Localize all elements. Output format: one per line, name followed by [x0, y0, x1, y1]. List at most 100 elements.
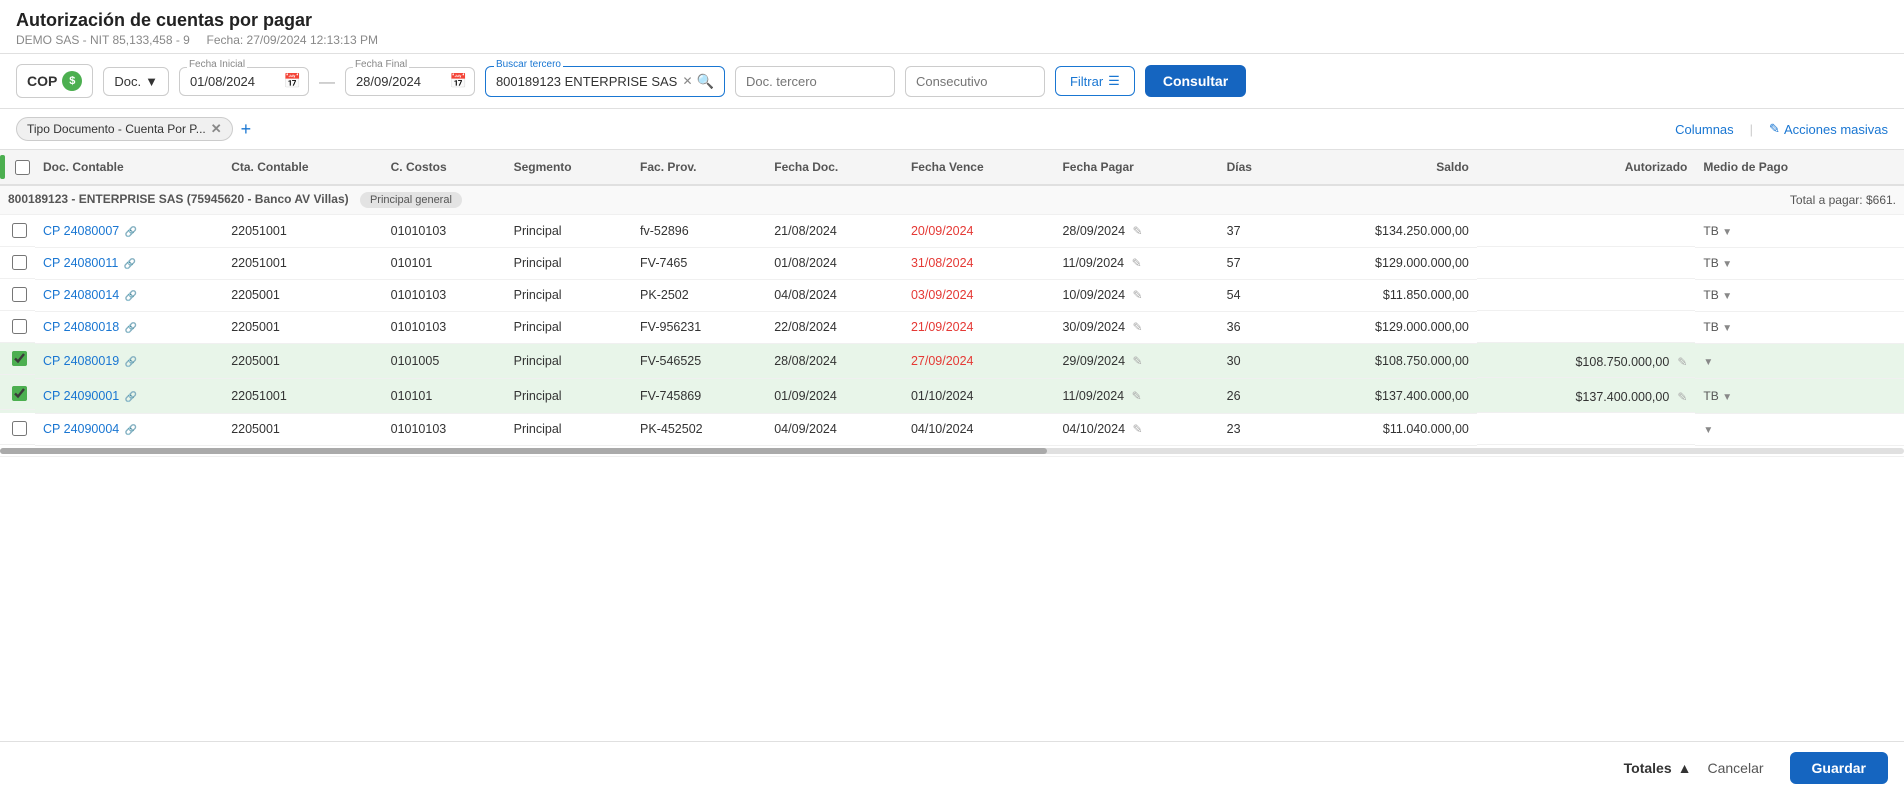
edit-fecha-pagar-icon-2[interactable]: ✎: [1133, 288, 1143, 302]
search-icon[interactable]: 🔍: [697, 73, 714, 90]
row-c-costos: 0101005: [383, 343, 506, 378]
edit-autorizado-icon-4[interactable]: ✎: [1677, 355, 1687, 369]
select-all-checkbox[interactable]: [15, 160, 30, 175]
filtrar-button[interactable]: Filtrar ☰: [1055, 66, 1135, 96]
doc-link-2[interactable]: CP 24080014: [43, 288, 119, 302]
row-checkbox-3[interactable]: [12, 319, 27, 334]
th-fecha-vence: Fecha Vence: [903, 150, 1055, 185]
row-fecha-pagar: 11/09/2024 ✎: [1054, 247, 1218, 279]
row-fecha-doc: 21/08/2024: [766, 215, 903, 248]
cancel-button[interactable]: Cancelar: [1692, 752, 1780, 784]
table-row: CP 24080019 🔗 2205001 0101005 Principal …: [0, 343, 1904, 378]
row-fecha-vence: 27/09/2024: [903, 343, 1055, 378]
remove-filter-tag-button[interactable]: ✕: [211, 121, 222, 137]
calendar-icon-inicial[interactable]: 📅: [284, 73, 301, 90]
edit-fecha-pagar-icon-6[interactable]: ✎: [1133, 422, 1143, 436]
filter-tag-1: Tipo Documento - Cuenta Por P... ✕: [16, 117, 233, 141]
toolbar: COP $ Doc. ▼ Fecha Inicial 📅 — Fecha Fin…: [0, 54, 1904, 109]
medio-pago-dropdown-2[interactable]: ▼: [1722, 291, 1732, 302]
page-title: Autorización de cuentas por pagar: [16, 10, 1888, 31]
th-green-bar: [0, 150, 35, 185]
row-c-costos: 01010103: [383, 413, 506, 445]
table-row: CP 24090001 🔗 22051001 010101 Principal …: [0, 378, 1904, 413]
external-link-icon-4[interactable]: 🔗: [125, 357, 137, 368]
row-fac-prov: FV-745869: [632, 378, 766, 413]
edit-fecha-pagar-icon-3[interactable]: ✎: [1133, 320, 1143, 334]
edit-fecha-pagar-icon-1[interactable]: ✎: [1132, 256, 1142, 270]
row-saldo: $134.250.000,00: [1289, 215, 1477, 248]
doc-link-4[interactable]: CP 24080019: [43, 354, 119, 368]
edit-autorizado-icon-5[interactable]: ✎: [1677, 390, 1687, 404]
medio-pago-dropdown-6[interactable]: ▼: [1703, 425, 1713, 436]
table-row: CP 24090004 🔗 2205001 01010103 Principal…: [0, 413, 1904, 445]
row-checkbox-cell[interactable]: [0, 311, 35, 343]
row-medio-pago: TB ▼: [1695, 311, 1904, 343]
row-cta-contable: 22051001: [223, 247, 382, 279]
edit-fecha-pagar-icon-4[interactable]: ✎: [1133, 354, 1143, 368]
row-fecha-pagar: 11/09/2024 ✎: [1054, 378, 1218, 413]
columnas-button[interactable]: Columnas: [1675, 122, 1734, 137]
consecutivo-input[interactable]: [905, 66, 1045, 97]
row-dias: 23: [1219, 413, 1290, 445]
edit-fecha-pagar-icon-5[interactable]: ✎: [1132, 389, 1142, 403]
external-link-icon-6[interactable]: 🔗: [125, 425, 137, 436]
row-checkbox-6[interactable]: [12, 421, 27, 436]
add-filter-button[interactable]: +: [241, 119, 252, 140]
external-link-icon-1[interactable]: 🔗: [124, 259, 136, 270]
row-checkbox-cell[interactable]: [0, 215, 35, 247]
acciones-masivas-button[interactable]: ✎ Acciones masivas: [1769, 121, 1888, 137]
consultar-button[interactable]: Consultar: [1145, 65, 1246, 97]
row-segmento: Principal: [506, 311, 632, 343]
table-row: CP 24080014 🔗 2205001 01010103 Principal…: [0, 279, 1904, 311]
clear-tercero-icon[interactable]: ✕: [682, 74, 692, 88]
guardar-button[interactable]: Guardar: [1790, 752, 1888, 784]
row-checkbox-cell[interactable]: [0, 378, 35, 410]
external-link-icon-3[interactable]: 🔗: [125, 323, 137, 334]
totales-button[interactable]: Totales ▲: [1624, 760, 1692, 776]
doc-link-0[interactable]: CP 24080007: [43, 224, 119, 238]
external-link-icon-5[interactable]: 🔗: [125, 392, 137, 403]
medio-pago-badge-1: TB: [1703, 256, 1718, 270]
doc-link-5[interactable]: CP 24090001: [43, 389, 119, 403]
medio-pago-dropdown-0[interactable]: ▼: [1722, 227, 1732, 238]
edit-fecha-pagar-icon-0[interactable]: ✎: [1133, 224, 1143, 238]
th-saldo: Saldo: [1289, 150, 1477, 185]
medio-pago-dropdown-3[interactable]: ▼: [1722, 323, 1732, 334]
row-checkbox-0[interactable]: [12, 223, 27, 238]
doc-tercero-input[interactable]: [735, 66, 895, 97]
row-medio-pago: TB ▼: [1695, 247, 1904, 279]
currency-selector[interactable]: COP $: [16, 64, 93, 98]
medio-pago-dropdown-5[interactable]: ▼: [1722, 392, 1732, 403]
table-header-row: Doc. Contable Cta. Contable C. Costos Se…: [0, 150, 1904, 185]
row-checkbox-cell[interactable]: [0, 413, 35, 445]
doc-link-3[interactable]: CP 24080018: [43, 320, 119, 334]
medio-pago-dropdown-4[interactable]: ▼: [1703, 357, 1713, 368]
doc-type-button[interactable]: Doc. ▼: [103, 67, 169, 96]
row-checkbox-4[interactable]: [12, 351, 27, 366]
doc-link-1[interactable]: CP 24080011: [43, 256, 118, 270]
row-fecha-pagar: 10/09/2024 ✎: [1054, 279, 1218, 311]
row-fecha-vence: 04/10/2024: [903, 413, 1055, 445]
row-checkbox-2[interactable]: [12, 287, 27, 302]
doc-link-6[interactable]: CP 24090004: [43, 422, 119, 436]
row-checkbox-cell[interactable]: [0, 247, 35, 279]
row-checkbox-cell[interactable]: [0, 279, 35, 311]
row-autorizado: [1477, 262, 1695, 279]
row-fecha-pagar: 30/09/2024 ✎: [1054, 311, 1218, 343]
row-checkbox-5[interactable]: [12, 386, 27, 401]
row-medio-pago: ▼: [1695, 413, 1904, 445]
external-link-icon-2[interactable]: 🔗: [125, 291, 137, 302]
row-dias: 57: [1219, 247, 1290, 279]
row-checkbox-cell[interactable]: [0, 343, 35, 375]
row-autorizado: $108.750.000,00 ✎: [1477, 347, 1695, 378]
external-link-icon-0[interactable]: 🔗: [125, 227, 137, 238]
calendar-icon-final[interactable]: 📅: [450, 73, 467, 90]
fecha-final-field: Fecha Final 📅: [345, 67, 475, 96]
medio-pago-dropdown-1[interactable]: ▼: [1722, 259, 1732, 270]
row-checkbox-1[interactable]: [12, 255, 27, 270]
th-dias: Días: [1219, 150, 1290, 185]
row-c-costos: 010101: [383, 378, 506, 413]
row-autorizado: [1477, 326, 1695, 343]
row-doc-contable: CP 24080007 🔗: [35, 215, 223, 248]
row-saldo: $137.400.000,00: [1289, 378, 1477, 413]
